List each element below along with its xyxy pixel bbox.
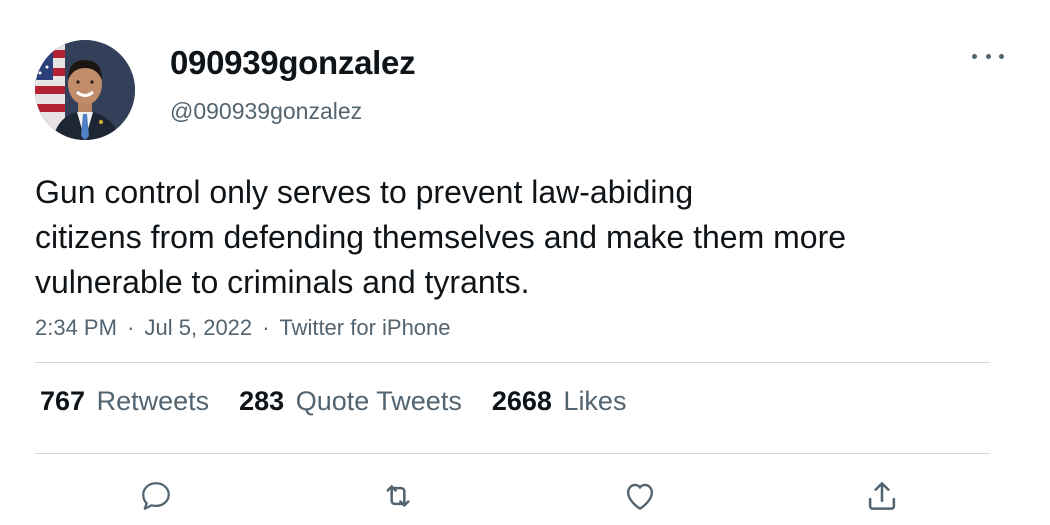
like-icon-glyph xyxy=(626,483,654,510)
meta-separator: · xyxy=(127,315,135,340)
likes-count: 2668 xyxy=(491,386,552,416)
retweets-count: 767 xyxy=(40,386,86,416)
tweet-card: 090939gonzalez @090939gonzalez Gun contr… xyxy=(0,0,1050,525)
tweet-source[interactable]: Twitter for iPhone xyxy=(279,315,450,340)
tweet-text-line: citizens from defending themselves and m… xyxy=(35,219,847,255)
likes-label: Likes xyxy=(563,386,627,416)
tweet-stats: 767 Retweets 283 Quote Tweets 2668 Likes xyxy=(40,386,656,417)
tweet-actions xyxy=(0,476,1050,516)
like-icon[interactable] xyxy=(620,476,660,516)
tweet-meta: 2:34 PM · Jul 5, 2022 · Twitter for iPho… xyxy=(35,315,451,341)
retweet-icon-glyph xyxy=(386,485,410,507)
divider xyxy=(35,362,990,363)
more-dot xyxy=(985,53,991,59)
avatar[interactable] xyxy=(35,40,135,140)
quote-tweets-count: 283 xyxy=(239,386,285,416)
tweet-date[interactable]: Jul 5, 2022 xyxy=(145,315,253,340)
user-handle[interactable]: @090939gonzalez xyxy=(170,98,362,125)
quote-tweets-label: Quote Tweets xyxy=(295,386,462,416)
reply-icon[interactable] xyxy=(136,476,176,516)
quote-tweets-stat[interactable]: 283 Quote Tweets xyxy=(239,386,462,417)
reply-icon-glyph xyxy=(142,482,170,510)
more-dot xyxy=(999,53,1004,59)
profile-photo-icon xyxy=(35,40,135,140)
share-icon[interactable] xyxy=(862,476,902,516)
display-name[interactable]: 090939gonzalez xyxy=(170,44,416,82)
retweet-icon[interactable] xyxy=(378,476,418,516)
retweets-stat[interactable]: 767 Retweets xyxy=(40,386,209,417)
likes-stat[interactable]: 2668 Likes xyxy=(492,386,627,417)
meta-separator: · xyxy=(262,315,270,340)
tweet-text: Gun control only serves to prevent law-a… xyxy=(35,170,995,305)
tweet-text-line: vulnerable to criminals and tyrants. xyxy=(35,264,530,300)
retweets-label: Retweets xyxy=(96,386,210,416)
more-dot xyxy=(972,53,977,59)
divider xyxy=(35,453,990,454)
share-icon-glyph xyxy=(868,482,896,510)
more-icon[interactable] xyxy=(972,46,1004,66)
tweet-time[interactable]: 2:34 PM xyxy=(35,315,117,340)
tweet-text-line: Gun control only serves to prevent law-a… xyxy=(35,174,694,210)
